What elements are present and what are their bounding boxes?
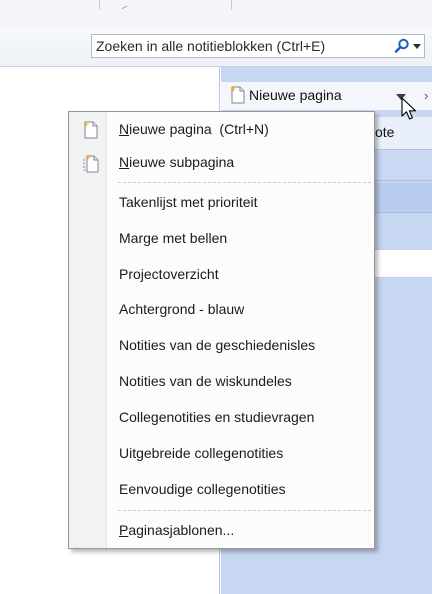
search-button[interactable] <box>394 35 424 57</box>
pages-header-label: ote <box>375 124 395 140</box>
menu-item-label: Uitgebreide collegenotities <box>119 445 284 461</box>
menu-item-label: Achtergrond - blauw <box>119 301 245 317</box>
menu-item-template[interactable]: Notities van de wiskundeles <box>70 367 373 397</box>
collapse-pane-icon[interactable]: › <box>424 88 428 103</box>
menu-item-template[interactable]: Collegenotities en studievragen <box>70 403 373 433</box>
search-options-chevron-icon[interactable] <box>412 42 422 50</box>
menu-item-new-subpage[interactable]: Nieuwe subpagina <box>70 148 373 178</box>
search-input[interactable] <box>92 36 396 56</box>
menu-item-template[interactable]: Projectoverzicht <box>70 260 373 290</box>
menu-separator <box>118 182 371 183</box>
menu-item-label: Nieuwe pagina (Ctrl+N) <box>119 121 269 137</box>
menu-item-template[interactable]: Achtergrond - blauw <box>70 295 373 325</box>
menu-item-template[interactable]: Uitgebreide collegenotities <box>70 439 373 469</box>
new-subpage-icon <box>83 154 99 173</box>
search-icon <box>394 38 409 53</box>
menu-item-template[interactable]: Takenlijst met prioriteit <box>70 188 373 218</box>
new-page-button[interactable]: Nieuwe pagina <box>229 84 342 106</box>
menu-item-label: Eenvoudige collegenotities <box>119 481 286 497</box>
toolbar-divider <box>231 0 232 10</box>
new-page-button-label: Nieuwe pagina <box>249 87 342 103</box>
menu-item-template[interactable]: Marge met bellen <box>70 224 373 254</box>
mouse-cursor-icon <box>401 97 417 120</box>
menu-item-template[interactable]: Notities van de geschiedenisles <box>70 331 373 361</box>
menu-item-label: Paginasjablonen... <box>119 522 235 538</box>
menu-item-new-page[interactable]: Nieuwe pagina (Ctrl+N) <box>70 115 373 145</box>
new-page-icon <box>229 86 245 104</box>
menu-item-page-templates[interactable]: Paginasjablonen... <box>70 516 373 546</box>
menu-separator <box>118 510 371 511</box>
search-box[interactable] <box>91 34 425 58</box>
top-toolbar-strip <box>0 0 432 29</box>
dropdown-tick-icon <box>120 2 128 10</box>
menu-item-label: Marge met bellen <box>119 230 228 246</box>
menu-item-template[interactable]: Eenvoudige collegenotities <box>70 475 373 505</box>
menu-item-label: Takenlijst met prioriteit <box>119 194 258 210</box>
menu-item-label: Notities van de wiskundeles <box>119 373 292 389</box>
toolbar-divider <box>99 0 100 10</box>
menu-item-label: Nieuwe subpagina <box>119 154 235 170</box>
menu-item-label: Collegenotities en studievragen <box>119 409 315 425</box>
new-page-icon <box>82 121 98 139</box>
menu-item-label: Projectoverzicht <box>119 266 219 282</box>
menu-item-label: Notities van de geschiedenisles <box>119 337 316 353</box>
new-page-dropdown-menu: Nieuwe pagina (Ctrl+N) Nieuwe subpagina … <box>68 111 375 549</box>
